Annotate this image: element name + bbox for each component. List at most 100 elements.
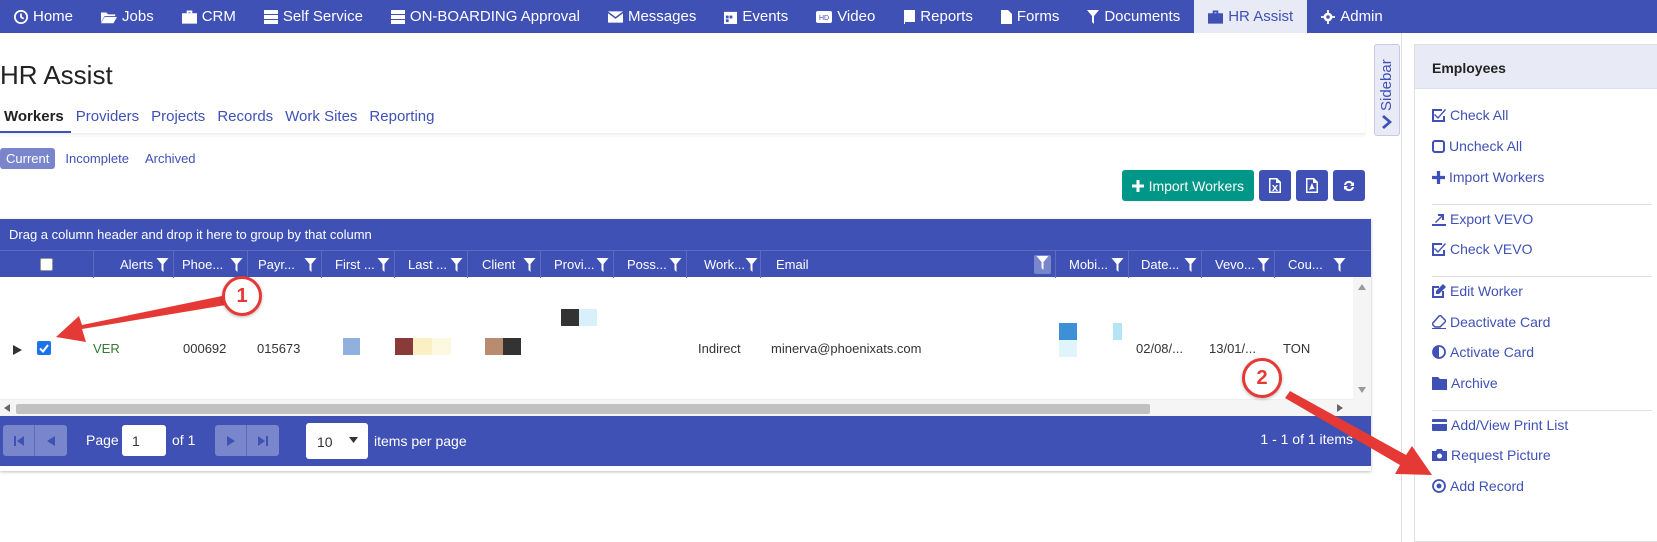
- filter-icon[interactable]: [450, 257, 463, 272]
- page-number-value: 1: [132, 433, 140, 449]
- refresh-button[interactable]: [1333, 170, 1365, 201]
- nav-home[interactable]: Home: [0, 0, 87, 33]
- column-header-client[interactable]: Client: [467, 251, 540, 278]
- panel-title: Employees: [1415, 45, 1657, 89]
- column-header-first-name[interactable]: First ...: [321, 251, 394, 278]
- tab-work-sites[interactable]: Work Sites: [281, 104, 364, 133]
- archive-action[interactable]: Archive: [1432, 375, 1498, 391]
- column-header-possession[interactable]: Poss...: [613, 251, 686, 278]
- check-vevo-action[interactable]: Check VEVO: [1432, 241, 1532, 257]
- column-header-alerts[interactable]: Alerts: [93, 251, 173, 278]
- column-label: Work...: [704, 257, 745, 272]
- edit-worker-action[interactable]: Edit Worker: [1432, 283, 1523, 299]
- check-all-action[interactable]: Check All: [1432, 107, 1508, 123]
- column-header-provider[interactable]: Provi...: [540, 251, 613, 278]
- subtab-incomplete[interactable]: Incomplete: [59, 148, 135, 169]
- column-header-vevo[interactable]: Vevo...: [1201, 251, 1274, 278]
- dot-circle-icon: [1432, 479, 1446, 493]
- column-header-country[interactable]: Cou...: [1274, 251, 1350, 278]
- panel-divider: [1401, 33, 1402, 542]
- nav-jobs[interactable]: Jobs: [87, 0, 168, 33]
- filter-icon[interactable]: [1111, 257, 1124, 272]
- scroll-up-icon[interactable]: [1358, 284, 1366, 290]
- column-header-date[interactable]: Date...: [1128, 251, 1201, 278]
- tab-providers[interactable]: Providers: [72, 104, 146, 133]
- import-workers-button[interactable]: Import Workers: [1121, 170, 1254, 201]
- column-header-last-name[interactable]: Last ...: [394, 251, 467, 278]
- table-row[interactable]: VER 000692 015673 Indirect minerva@phoen…: [0, 277, 1353, 400]
- scroll-left-icon[interactable]: [4, 404, 10, 412]
- phoenix-id-value: 000692: [183, 341, 227, 356]
- nav-documents[interactable]: Documents: [1073, 0, 1194, 33]
- filter-icon[interactable]: [377, 257, 390, 272]
- column-header-mobile[interactable]: Mobi...: [1055, 251, 1128, 278]
- subtab-archived[interactable]: Archived: [139, 148, 202, 169]
- items-per-page-select[interactable]: 10: [306, 423, 368, 459]
- tab-reporting[interactable]: Reporting: [365, 104, 441, 133]
- panel-item-label: Export VEVO: [1450, 211, 1534, 227]
- redacted-mobile: [1059, 323, 1077, 340]
- column-label: Phoe...: [182, 257, 224, 272]
- activate-card-action[interactable]: Activate Card: [1432, 344, 1534, 360]
- scroll-right-icon[interactable]: [1337, 404, 1343, 412]
- export-vevo-action[interactable]: Export VEVO: [1432, 211, 1533, 227]
- filter-icon[interactable]: [1333, 257, 1346, 272]
- request-picture-action[interactable]: Request Picture: [1432, 447, 1551, 463]
- nav-admin[interactable]: Admin: [1307, 0, 1397, 33]
- horizontal-scrollbar[interactable]: [0, 400, 1371, 416]
- column-header-payroll[interactable]: Payr...: [247, 251, 321, 278]
- filter-icon[interactable]: [1184, 257, 1197, 272]
- check-square-icon: [1432, 109, 1446, 122]
- scrollbar-thumb[interactable]: [16, 404, 1150, 414]
- nav-crm[interactable]: CRM: [168, 0, 250, 33]
- check-icon: [39, 343, 49, 353]
- filter-icon[interactable]: [156, 257, 169, 272]
- nav-forms[interactable]: Forms: [987, 0, 1074, 33]
- column-label: Vevo...: [1215, 257, 1255, 272]
- group-by-hint[interactable]: Drag a column header and drop it here to…: [0, 219, 1371, 250]
- filter-icon[interactable]: [230, 257, 243, 272]
- column-header-phoenix[interactable]: Phoe...: [173, 251, 247, 278]
- nav-events[interactable]: Events: [710, 0, 802, 33]
- nav-self-service[interactable]: Self Service: [250, 0, 377, 33]
- tab-projects[interactable]: Projects: [147, 104, 212, 133]
- filter-icon[interactable]: [304, 257, 317, 272]
- import-workers-action[interactable]: Import Workers: [1432, 169, 1544, 185]
- filter-icon[interactable]: [523, 257, 536, 272]
- deactivate-card-action[interactable]: Deactivate Card: [1432, 314, 1550, 330]
- export-excel-button[interactable]: [1259, 170, 1291, 201]
- filter-icon[interactable]: [1257, 257, 1270, 272]
- column-header-email[interactable]: Email: [760, 251, 1055, 278]
- select-all-checkbox[interactable]: [40, 258, 53, 271]
- add-record-action[interactable]: Add Record: [1432, 478, 1524, 494]
- nav-video[interactable]: HD Video: [802, 0, 889, 33]
- expand-row-icon[interactable]: [13, 345, 22, 355]
- uncheck-all-action[interactable]: Uncheck All: [1432, 138, 1522, 154]
- nav-onboarding-approval[interactable]: ON-BOARDING Approval: [377, 0, 594, 33]
- previous-page-button[interactable]: [35, 425, 67, 456]
- nav-hr-assist[interactable]: HR Assist: [1194, 0, 1308, 33]
- nav-messages[interactable]: Messages: [594, 0, 710, 33]
- nav-label: Video: [837, 8, 876, 25]
- page-number-input[interactable]: 1: [122, 425, 166, 456]
- email-value[interactable]: minerva@phoenixats.com: [771, 341, 921, 356]
- filter-icon[interactable]: [596, 257, 609, 272]
- filter-icon[interactable]: [745, 257, 758, 272]
- vertical-scrollbar[interactable]: [1353, 277, 1371, 400]
- nav-reports[interactable]: Reports: [889, 0, 987, 33]
- row-checkbox[interactable]: [37, 341, 51, 355]
- filter-icon[interactable]: [669, 257, 682, 272]
- last-page-button[interactable]: [247, 425, 279, 456]
- nav-label: Reports: [920, 8, 973, 25]
- active-filter[interactable]: [1034, 255, 1051, 274]
- next-page-button[interactable]: [215, 425, 247, 456]
- tab-records[interactable]: Records: [213, 104, 280, 133]
- column-header-work-type[interactable]: Work...: [686, 251, 760, 278]
- add-view-print-list-action[interactable]: Add/View Print List: [1432, 417, 1568, 433]
- sidebar-toggle[interactable]: Sidebar: [1374, 44, 1400, 136]
- tab-workers[interactable]: Workers: [0, 104, 71, 133]
- first-page-button[interactable]: [3, 425, 35, 456]
- export-pdf-button[interactable]: [1296, 170, 1328, 201]
- subtab-current[interactable]: Current: [0, 148, 56, 169]
- scroll-down-icon[interactable]: [1358, 387, 1366, 393]
